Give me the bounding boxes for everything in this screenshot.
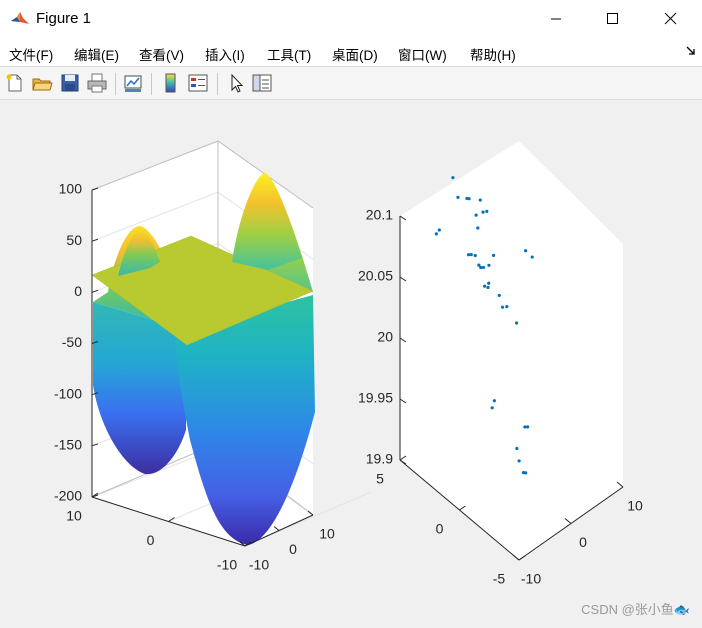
menu-desktop[interactable]: 桌面(D) (332, 44, 378, 64)
y-tick-label: -10 (217, 557, 237, 573)
scatter-point (437, 228, 441, 232)
matlab-logo-icon (10, 9, 30, 29)
scatter-point (469, 252, 473, 257)
scatter-point (490, 406, 494, 410)
scatter-point (483, 284, 487, 288)
x-tick-label: 10 (319, 526, 335, 542)
menu-window[interactable]: 窗口(W) (398, 44, 447, 64)
scatter-point (481, 265, 486, 270)
scatter-point (505, 305, 509, 309)
dock-arrow-icon[interactable] (686, 46, 696, 56)
menu-file[interactable]: 文件(F) (9, 44, 53, 64)
close-icon (664, 12, 677, 25)
scatter-point (492, 399, 496, 403)
scatter-point (456, 195, 460, 199)
new-figure-icon[interactable] (4, 72, 26, 94)
scatter-point (514, 321, 519, 325)
minimize-icon (551, 18, 561, 20)
title-bar: Figure 1 (0, 0, 702, 38)
x-tick-label: -10 (249, 557, 269, 573)
window-title: Figure 1 (36, 10, 92, 27)
z-tick-label: 19.95 (358, 390, 393, 406)
scatter-point (491, 253, 496, 257)
y-tick-label: 5 (376, 471, 384, 487)
scatter-point (497, 293, 501, 298)
link-plot-icon[interactable] (122, 72, 144, 94)
legend-icon[interactable] (187, 72, 209, 94)
scatter-point (473, 253, 477, 258)
scatter-point (467, 197, 471, 201)
z-tick-label: 20.05 (358, 268, 393, 284)
y-tick-label: -5 (493, 571, 506, 587)
scatter-point (526, 425, 530, 429)
z-tick-label: -150 (54, 437, 82, 453)
scatter-point (478, 198, 482, 202)
scatter-point (485, 209, 489, 213)
z-tick-label: 19.9 (366, 451, 393, 467)
print-icon[interactable] (86, 72, 108, 94)
scatter-point (524, 471, 528, 475)
scatter-point (517, 459, 521, 463)
axes-background (400, 141, 623, 560)
y-tick-label: 0 (147, 532, 155, 548)
scatter-point (487, 263, 491, 267)
open-file-icon[interactable] (31, 72, 53, 94)
scatter-point (486, 285, 490, 290)
menu-tools[interactable]: 工具(T) (267, 44, 311, 64)
maximize-button[interactable] (584, 0, 640, 38)
z-tick-label: -50 (62, 334, 82, 350)
toolbar-separator (151, 73, 152, 95)
menu-help[interactable]: 帮助(H) (470, 44, 516, 64)
scatter-point (515, 446, 519, 451)
watermark: CSDN @张小鱼🐟 (581, 602, 690, 617)
x-tick-label: -10 (521, 571, 541, 587)
close-button[interactable] (642, 0, 698, 38)
z-tick-label: 20 (377, 329, 393, 345)
z-tick-label: -100 (54, 385, 82, 401)
scatter-point (487, 281, 491, 285)
scatter-point (474, 213, 478, 217)
minimize-button[interactable] (528, 0, 584, 38)
y-tick-label: 10 (66, 508, 82, 524)
figure-canvas[interactable]: -200-150-100-50050100-10010-10010 19.919… (0, 100, 702, 628)
menu-bar: 文件(F) 编辑(E) 查看(V) 插入(I) 工具(T) 桌面(D) 窗口(W… (0, 38, 702, 67)
scatter-point (451, 176, 455, 180)
z-tick-label: 100 (59, 181, 83, 197)
scatter-axes: 19.9 19.95 20 20.05 20.1 -5 0 5 -10 0 10 (358, 141, 643, 587)
toolbar-separator (115, 73, 116, 95)
toolbar-separator (217, 73, 218, 95)
menu-insert[interactable]: 插入(I) (205, 44, 245, 64)
z-tick-label: 20.1 (366, 207, 393, 223)
surface-axes: -200-150-100-50050100-10010-10010 (54, 140, 372, 573)
save-icon[interactable] (59, 72, 81, 94)
menu-view[interactable]: 查看(V) (139, 44, 184, 64)
z-tick-label: -200 (54, 488, 82, 504)
scatter-point (530, 255, 534, 259)
x-tick-label: 0 (579, 534, 587, 550)
property-editor-icon[interactable] (251, 72, 273, 94)
scatter-point (434, 232, 438, 236)
edit-plot-arrow-icon[interactable] (225, 72, 247, 94)
menu-edit[interactable]: 编辑(E) (74, 44, 119, 64)
scatter-point (524, 249, 528, 253)
scatter-point (500, 305, 505, 309)
maximize-icon (607, 13, 618, 24)
toolbar (0, 67, 702, 100)
z-tick-label: 0 (74, 283, 82, 299)
colorbar-icon[interactable] (160, 72, 182, 94)
scatter-point (481, 210, 485, 214)
scatter-point (523, 425, 527, 429)
scatter-point (476, 226, 480, 230)
x-tick-label: 10 (627, 498, 643, 514)
scatter-point (466, 253, 471, 257)
z-tick-label: 50 (66, 232, 82, 248)
x-tick-label: 0 (289, 541, 297, 557)
scatter-point (479, 265, 483, 270)
y-tick-label: 0 (436, 521, 444, 537)
